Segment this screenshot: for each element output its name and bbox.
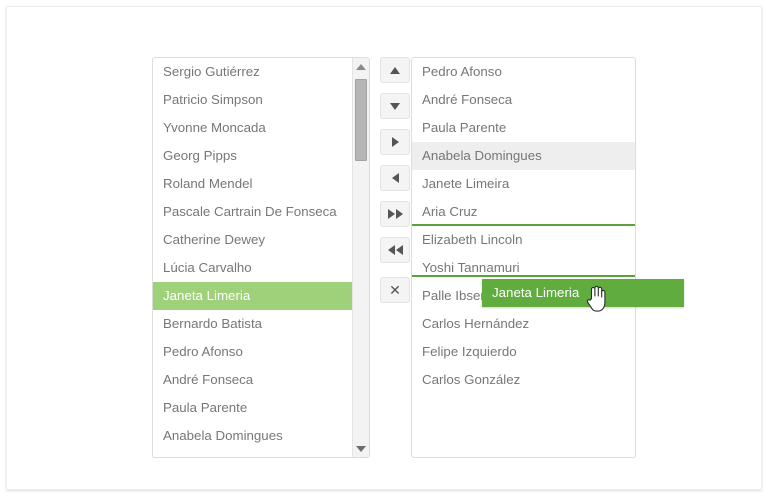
double-triangle-right-icon — [388, 209, 403, 219]
target-list-item[interactable]: Carlos Hernández — [412, 310, 635, 338]
source-list-item[interactable]: Janeta Limeria — [153, 282, 352, 310]
source-list-item[interactable]: Pedro Afonso — [153, 338, 352, 366]
scrollbar-up-arrow-icon[interactable] — [353, 58, 369, 75]
transfer-button-column: ✕ — [380, 57, 410, 313]
source-scrollbar[interactable] — [352, 58, 369, 457]
source-list-item[interactable]: Bernardo Batista — [153, 310, 352, 338]
remove-all-button[interactable]: ✕ — [380, 277, 410, 303]
target-list-item[interactable]: André Fonseca — [412, 86, 635, 114]
source-list-item[interactable]: Paula Parente — [153, 394, 352, 422]
target-list-item[interactable]: Paula Parente — [412, 114, 635, 142]
target-list-item[interactable]: Anabela Domingues — [412, 142, 635, 170]
source-list-item[interactable]: Patricio Simpson — [153, 86, 352, 114]
target-listbox[interactable]: Pedro AfonsoAndré FonsecaPaula ParenteAn… — [411, 57, 636, 458]
picklist-widget: Sergio GutiérrezPatricio SimpsonYvonne M… — [152, 57, 636, 458]
source-list-item[interactable]: Yvonne Moncada — [153, 114, 352, 142]
move-all-left-button[interactable] — [380, 237, 410, 263]
move-all-right-button[interactable] — [380, 201, 410, 227]
source-list-item[interactable]: Georg Pipps — [153, 142, 352, 170]
drop-position-line — [412, 275, 635, 277]
target-list-item[interactable]: Yoshi Tannamuri — [412, 254, 635, 282]
page-card: Sergio GutiérrezPatricio SimpsonYvonne M… — [6, 6, 762, 490]
triangle-right-icon — [392, 137, 399, 147]
triangle-up-icon — [390, 67, 400, 74]
target-list-item[interactable]: Janete Limeira — [412, 170, 635, 198]
close-x-icon: ✕ — [389, 283, 401, 297]
source-list-item[interactable]: André Fonseca — [153, 366, 352, 394]
scrollbar-down-arrow-icon[interactable] — [353, 440, 369, 457]
drag-ghost-item: Janeta Limeria — [482, 279, 684, 307]
source-list-item[interactable]: Sergio Gutiérrez — [153, 58, 352, 86]
target-list-item[interactable]: Pedro Afonso — [412, 58, 635, 86]
source-list-items[interactable]: Sergio GutiérrezPatricio SimpsonYvonne M… — [153, 58, 352, 457]
source-list-item[interactable]: Anabela Domingues — [153, 422, 352, 450]
source-list-item[interactable]: Catherine Dewey — [153, 226, 352, 254]
target-list-item[interactable]: Carlos González — [412, 366, 635, 394]
target-list-items[interactable]: Pedro AfonsoAndré FonsecaPaula ParenteAn… — [412, 58, 635, 457]
move-right-button[interactable] — [380, 129, 410, 155]
move-left-button[interactable] — [380, 165, 410, 191]
triangle-left-icon — [392, 173, 399, 183]
target-list-item[interactable]: Elizabeth Lincoln — [412, 226, 635, 254]
source-listbox[interactable]: Sergio GutiérrezPatricio SimpsonYvonne M… — [152, 57, 370, 458]
source-list-item[interactable]: Pascale Cartrain De Fonseca — [153, 198, 352, 226]
move-down-button[interactable] — [380, 93, 410, 119]
source-list-item[interactable]: Roland Mendel — [153, 170, 352, 198]
target-list-item[interactable]: Felipe Izquierdo — [412, 338, 635, 366]
double-triangle-left-icon — [388, 245, 403, 255]
source-list-item[interactable]: Lúcia Carvalho — [153, 254, 352, 282]
triangle-down-icon — [390, 103, 400, 110]
scrollbar-thumb[interactable] — [355, 79, 367, 161]
target-list-item[interactable]: Aria Cruz — [412, 198, 635, 226]
move-up-button[interactable] — [380, 57, 410, 83]
